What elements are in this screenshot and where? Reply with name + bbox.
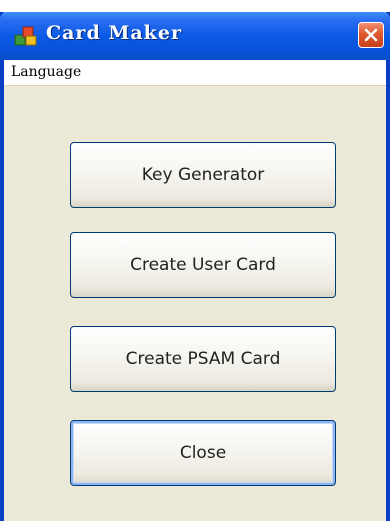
close-button[interactable]: Close	[70, 420, 336, 486]
card-maker-window: Card Maker Language Key Generator Create…	[0, 12, 390, 521]
create-psam-card-button[interactable]: Create PSAM Card	[70, 326, 336, 392]
app-logo-icon	[14, 26, 37, 46]
title-bar[interactable]: Card Maker	[0, 12, 390, 60]
menu-item-language[interactable]: Language	[8, 64, 84, 80]
window-title: Card Maker	[46, 22, 182, 44]
menu-bar: Language	[4, 60, 386, 86]
close-window-button[interactable]	[358, 22, 384, 48]
close-icon	[364, 28, 378, 42]
key-generator-button[interactable]: Key Generator	[70, 142, 336, 208]
create-user-card-button[interactable]: Create User Card	[70, 232, 336, 298]
